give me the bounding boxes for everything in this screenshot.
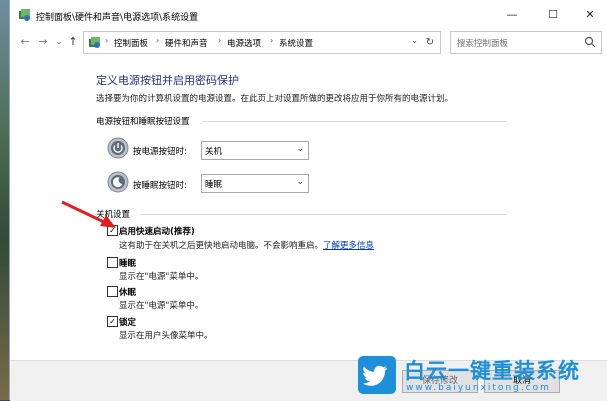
fast-startup-desc: 这有助于在关机之后更快地启动电脑。不会影响重启。了解更多信息: [119, 239, 374, 251]
control-panel-icon: [19, 9, 30, 21]
breadcrumb-system-settings[interactable]: 系统设置: [279, 37, 313, 49]
watermark-logo: [358, 356, 396, 394]
search-icon: [584, 36, 596, 48]
chevron-down-icon: ⌄: [296, 177, 304, 187]
sleep-button-icon: [107, 171, 129, 193]
hibernate-option-title: 休眠: [119, 288, 137, 298]
maximize-button[interactable]: ☐: [533, 0, 573, 30]
control-panel-icon: [89, 37, 100, 48]
lock-option-title: 锁定: [119, 318, 137, 328]
minimize-button[interactable]: —: [492, 0, 532, 30]
breadcrumb-power-options[interactable]: 电源选项: [227, 37, 261, 49]
power-button-label: 按电源按钮时:: [133, 147, 187, 157]
address-bar[interactable]: › 控制面板 › 硬件和声音 › 电源选项 › 系统设置 ⌄: [83, 31, 425, 54]
watermark-brand: 白云一键重装系统: [404, 359, 580, 383]
back-arrow-icon[interactable]: ←: [18, 35, 32, 49]
page-title: 定义电源按钮并启用密码保护: [96, 74, 239, 87]
breadcrumb-separator: ›: [270, 36, 274, 45]
search-placeholder: 搜索控制面板: [457, 39, 509, 49]
close-button[interactable]: ✕: [570, 0, 607, 30]
navigation-bar: ← → ⌄ ↑ › 控制面板 › 硬件和声音 › 电源选项 › 系统设置 ⌄ ↻…: [10, 30, 607, 54]
title-bar: 控制面板\硬件和声音\电源选项\系统设置 — ☐ ✕: [10, 0, 607, 30]
lock-checkbox[interactable]: ✓: [107, 316, 118, 327]
power-button-icon: [107, 137, 129, 159]
power-button-select[interactable]: 关机 ⌄: [201, 141, 309, 160]
hibernate-checkbox[interactable]: [107, 286, 118, 297]
recent-locations-icon[interactable]: ⌄: [52, 35, 66, 49]
learn-more-link[interactable]: 了解更多信息: [323, 241, 374, 251]
up-arrow-icon[interactable]: ↑: [66, 35, 80, 49]
sleep-option-title: 睡眠: [119, 259, 137, 269]
sleep-checkbox[interactable]: [107, 257, 118, 268]
power-button-value: 关机: [205, 147, 223, 157]
group-divider: [202, 121, 506, 122]
breadcrumb-separator: ›: [105, 36, 109, 45]
power-buttons-group-title: 电源按钮和睡眠按钮设置: [96, 117, 190, 127]
sleep-option-desc: 显示在"电源"菜单中。: [119, 272, 204, 282]
chevron-down-icon: ⌄: [296, 144, 304, 154]
page-description: 选择要为你的计算机设置的电源设置。在此页上对设置所做的更改将应用于你所有的电源计…: [96, 94, 454, 104]
watermark-url: www.baiyunxitong.com: [406, 383, 551, 393]
forward-arrow-icon[interactable]: →: [36, 35, 50, 49]
breadcrumb-separator: ›: [218, 36, 222, 45]
watermark: 白云一键重装系统 www.baiyunxitong.com: [350, 350, 607, 400]
hibernate-option-desc: 显示在"电源"菜单中。: [119, 301, 204, 311]
sleep-button-value: 睡眠: [205, 180, 223, 190]
breadcrumb-control-panel[interactable]: 控制面板: [114, 37, 148, 49]
group-divider: [140, 214, 506, 215]
fast-startup-title: 启用快速启动(推荐): [119, 227, 195, 237]
control-panel-window: 控制面板\硬件和声音\电源选项\系统设置 — ☐ ✕ ← → ⌄ ↑ › 控制面…: [9, 0, 607, 401]
refresh-icon[interactable]: ↻: [420, 31, 441, 54]
breadcrumb-hardware-sound[interactable]: 硬件和声音: [165, 37, 208, 49]
fast-startup-desc-text: 这有助于在关机之后更快地启动电脑。不会影响重启。: [119, 241, 324, 251]
sleep-button-select[interactable]: 睡眠 ⌄: [201, 174, 309, 193]
window-title: 控制面板\硬件和声音\电源选项\系统设置: [36, 13, 199, 23]
lock-option-desc: 显示在用户头像菜单中。: [119, 331, 213, 341]
red-annotation-arrow-icon: [61, 200, 116, 228]
breadcrumb-separator: ›: [156, 36, 160, 45]
search-box[interactable]: 搜索控制面板: [450, 31, 602, 54]
twitter-bird-icon: [363, 365, 387, 386]
sleep-button-label: 按睡眠按钮时:: [133, 181, 187, 191]
address-dropdown-icon[interactable]: ⌄: [411, 36, 418, 45]
